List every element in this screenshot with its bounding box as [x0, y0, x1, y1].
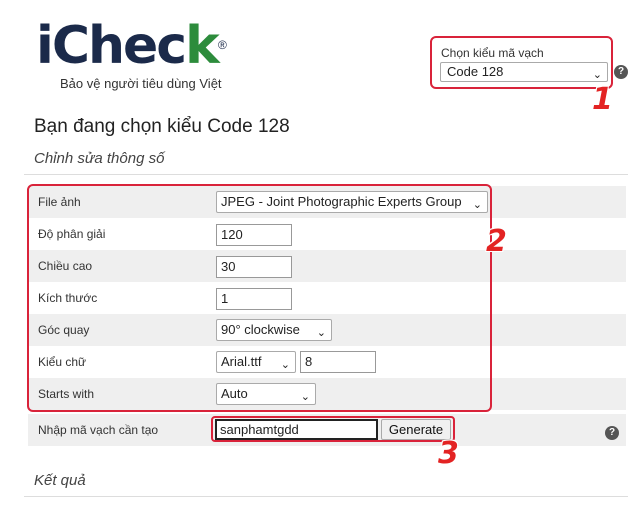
section-divider [24, 174, 628, 175]
step-number-1: 1 [592, 82, 613, 117]
barcode-type-value: Code 128 [447, 64, 504, 79]
page-title: Bạn đang chọn kiểu Code 128 [34, 116, 290, 137]
section-title: Chỉnh sửa thông số [34, 150, 165, 167]
registered-mark: ® [218, 38, 227, 52]
barcode-type-select[interactable]: Code 128 ⌄ [440, 62, 608, 82]
code-input-label: Nhập mã vạch cần tạo [38, 423, 159, 437]
logo-tagline: Bảo vệ người tiêu dùng Việt [60, 76, 222, 91]
result-title: Kết quả [34, 472, 86, 489]
help-icon[interactable]: ? [605, 426, 619, 440]
step-number-2: 2 [486, 224, 507, 259]
params-highlight [27, 184, 492, 412]
result-divider [24, 496, 628, 497]
input-highlight [211, 416, 455, 442]
icheck-logo[interactable]: iCheck ® Bảo vệ người tiêu dùng Việt [36, 14, 256, 94]
step-number-3: 3 [438, 436, 459, 471]
logo-wordmark: iCheck [36, 16, 220, 76]
help-icon[interactable]: ? [614, 65, 628, 79]
barcode-type-label: Chọn kiểu mã vạch [441, 46, 544, 60]
